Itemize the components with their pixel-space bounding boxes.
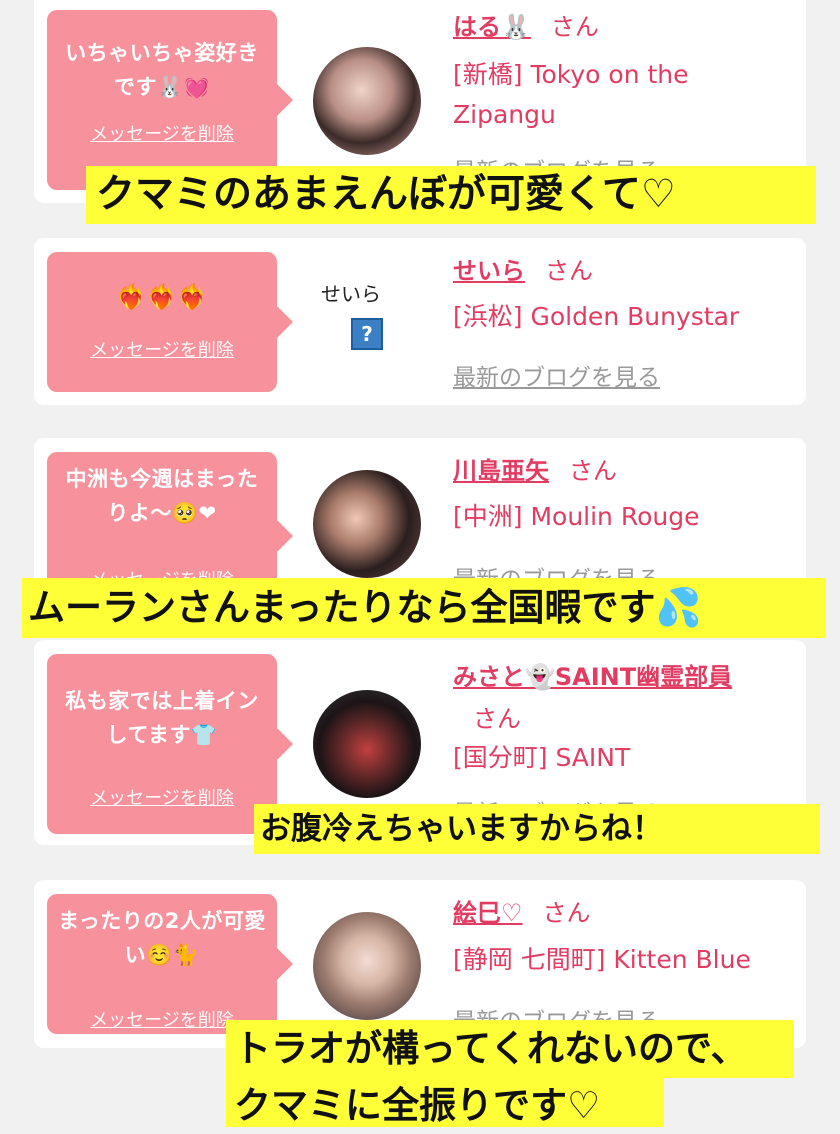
caption-overlay: クマミのあまえんぼが可愛くて♡ [86, 166, 816, 224]
message-text: いちゃいちゃ姿好きです🐰💓 [65, 41, 259, 99]
avatar[interactable] [313, 47, 421, 155]
honorific: さん [542, 899, 591, 927]
shop-label: [静岡 七間町] Kitten Blue [453, 945, 751, 974]
message-bubble: 私も家では上着インしてます👕 メッセージを削除 [47, 654, 293, 834]
caption-overlay: トラオが構ってくれないので、 [226, 1020, 794, 1078]
message-bubble: いちゃいちゃ姿好きです🐰💓 メッセージを削除 [47, 10, 293, 190]
shop-label: [中洲] Moulin Rouge [453, 502, 700, 531]
honorific: さん [545, 257, 593, 285]
profile-name-line: せいら さん [453, 254, 593, 288]
message-text: 私も家では上着インしてます👕 [65, 689, 259, 747]
profile-name-link[interactable]: せいら [453, 257, 525, 285]
shop-label: [国分町] SAINT [453, 743, 631, 772]
avatar-alt-text: せいら [321, 282, 381, 306]
broken-image-icon: ? [351, 318, 383, 350]
honorific: さん [550, 13, 599, 41]
profile-name-line: はる🐰 さん [453, 10, 599, 44]
message-bubble: まったりの2人が可愛い☺️🐈 メッセージを削除 [47, 894, 293, 1034]
avatar[interactable] [313, 912, 421, 1020]
avatar[interactable] [313, 470, 421, 578]
honorific: さん [473, 705, 521, 733]
avatar[interactable]: せいら ? [313, 270, 421, 378]
blog-link[interactable]: 最新のブログを見る [453, 358, 660, 392]
profile-name-line: 絵巳♡ さん [453, 896, 591, 930]
caption-overlay: ムーランさんまったりなら全国暇です💦 [22, 578, 826, 638]
profile-name-link[interactable]: 絵巳♡ [453, 899, 523, 927]
shop-label: [浜松] Golden Bunystar [453, 302, 740, 331]
message-text: ❤️‍🔥❤️‍🔥❤️‍🔥 [116, 283, 208, 311]
profile-name-link[interactable]: 川島亜矢 [453, 457, 549, 485]
profile-name-line: 川島亜矢 さん [453, 454, 617, 488]
message-bubble: ❤️‍🔥❤️‍🔥❤️‍🔥 メッセージを削除 [47, 252, 293, 392]
caption-overlay: お腹冷えちゃいますからね！ [254, 804, 820, 854]
honorific: さん [569, 457, 617, 485]
profile-name-line: みさと👻SAINT幽霊部員さん [453, 656, 773, 740]
shop-label: [新橋] Tokyo on the Zipangu [453, 60, 689, 129]
delete-message-link[interactable]: メッセージを削除 [47, 784, 277, 810]
avatar[interactable] [313, 690, 421, 798]
delete-message-link[interactable]: メッセージを削除 [47, 120, 277, 146]
profile-name-link[interactable]: みさと👻SAINT幽霊部員 [453, 663, 732, 691]
profile-name-link[interactable]: はる🐰 [453, 13, 531, 41]
delete-message-link[interactable]: メッセージを削除 [47, 336, 277, 362]
message-text: まったりの2人が可愛い☺️🐈 [58, 909, 266, 967]
caption-overlay: クマミに全振りです♡ [226, 1078, 664, 1127]
message-text: 中洲も今週はまったりよ〜🥺❤ [65, 467, 259, 525]
message-card: ❤️‍🔥❤️‍🔥❤️‍🔥 メッセージを削除 せいら ? せいら さん [浜松] G… [34, 238, 806, 405]
